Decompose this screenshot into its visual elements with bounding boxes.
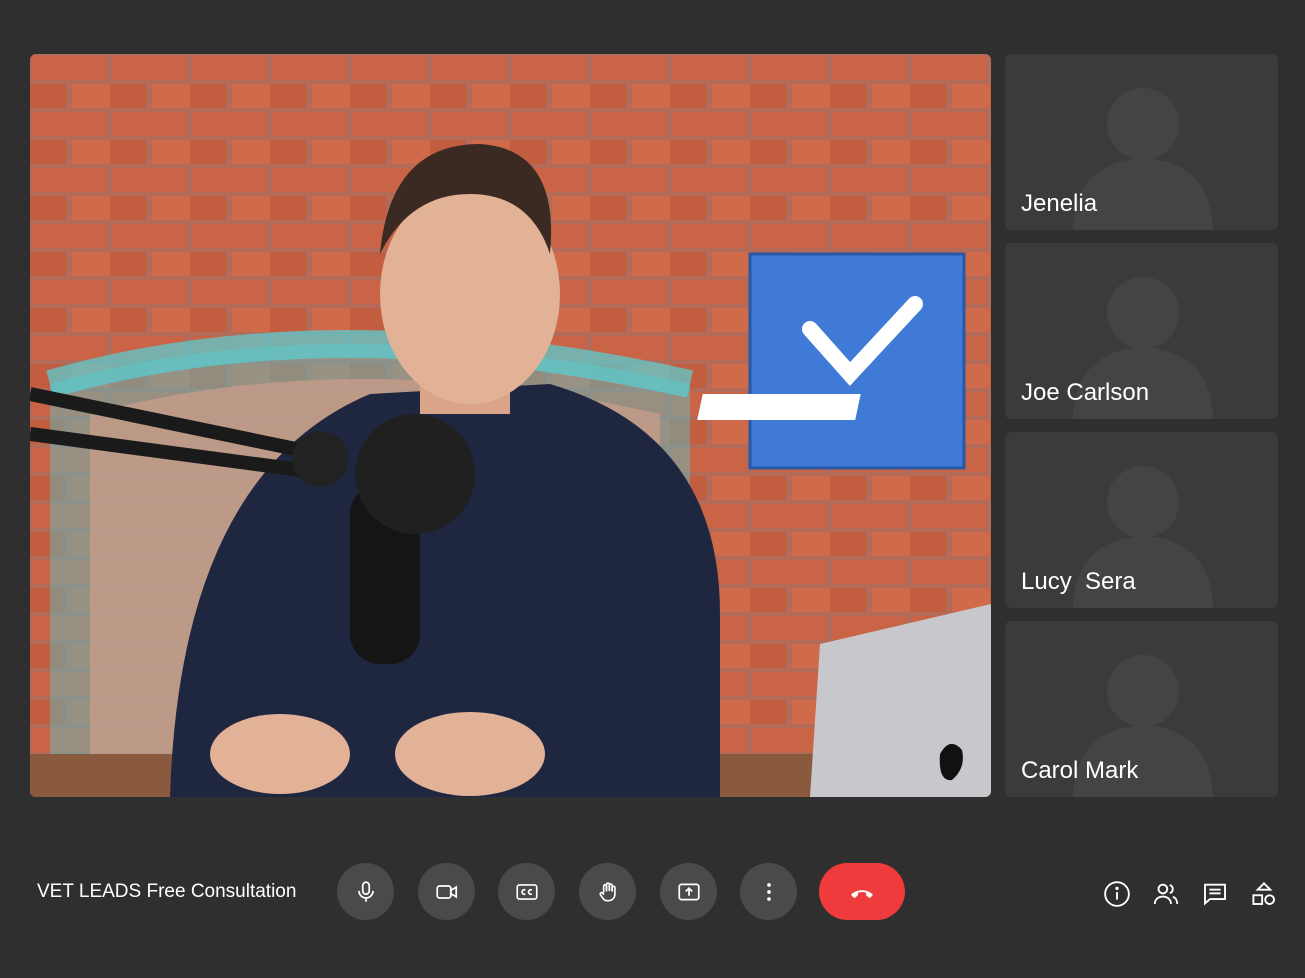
activities-icon	[1251, 881, 1275, 905]
people-icon	[1153, 883, 1178, 904]
participant-name: Joe Carlson	[1021, 379, 1150, 406]
participant-tile[interactable]: Lucy Sera	[1005, 432, 1278, 608]
main-video-feed[interactable]	[30, 54, 991, 797]
participant-tile[interactable]: Carol Mark	[1005, 621, 1278, 797]
microphone-button[interactable]	[337, 863, 394, 920]
participant-name: Lucy Sera	[1021, 568, 1136, 595]
info-icon	[1103, 880, 1130, 907]
microphone-icon	[357, 880, 374, 902]
participant-tile[interactable]: Joe Carlson	[1005, 243, 1278, 419]
camera-button[interactable]	[418, 863, 475, 920]
activities-button[interactable]	[1248, 878, 1279, 909]
more-vertical-icon	[766, 882, 771, 901]
participant-name: Jenelia	[1021, 190, 1098, 217]
meeting-window: Jenelia Joe Carlson Lucy Sera Carol Mark	[0, 0, 1305, 978]
chat-icon	[1203, 883, 1226, 905]
raise-hand-button[interactable]	[579, 863, 636, 920]
participant-name: Carol Mark	[1021, 757, 1139, 784]
captions-button[interactable]	[498, 863, 555, 920]
meeting-info-button[interactable]	[1101, 878, 1132, 909]
present-button[interactable]	[660, 863, 717, 920]
present-screen-icon	[677, 883, 700, 900]
video-camera-icon	[435, 884, 457, 899]
hang-up-icon	[851, 889, 873, 898]
meeting-side-tools	[1101, 878, 1279, 909]
speaker-video-image	[30, 54, 991, 797]
more-options-button[interactable]	[740, 863, 797, 920]
hand-icon	[598, 881, 616, 901]
leave-call-button[interactable]	[819, 863, 905, 920]
people-button[interactable]	[1150, 878, 1181, 909]
participant-tile[interactable]: Jenelia	[1005, 54, 1278, 230]
closed-captions-icon	[515, 883, 538, 900]
participant-list: Jenelia Joe Carlson Lucy Sera Carol Mark	[1005, 54, 1278, 810]
chat-button[interactable]	[1199, 878, 1230, 909]
meeting-title: VET LEADS Free Consultation	[37, 881, 297, 902]
